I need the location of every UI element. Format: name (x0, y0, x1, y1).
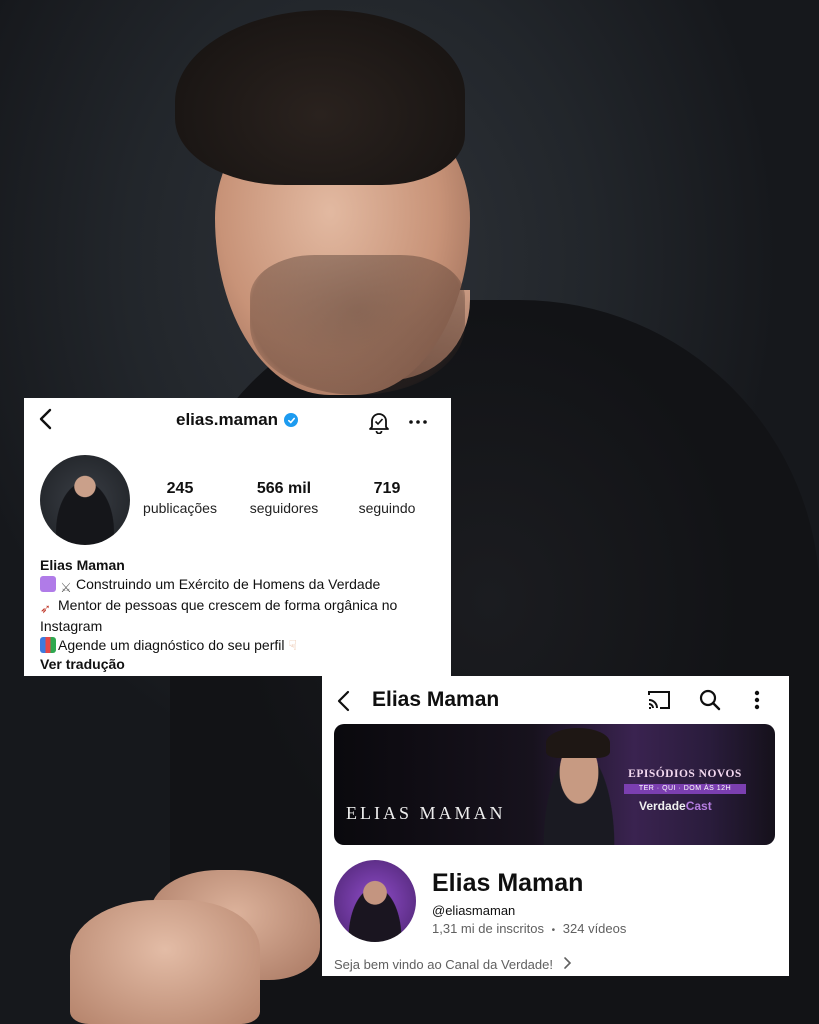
show-name-b: Cast (685, 799, 712, 813)
channel-meta: 1,31 mi de inscritos • 324 vídeos (432, 921, 626, 936)
channel-description[interactable]: Seja bem vindo ao Canal da Verdade! (334, 956, 572, 973)
back-arrow-icon[interactable] (336, 690, 350, 717)
search-icon[interactable] (698, 688, 722, 717)
portrait-hand (70, 900, 260, 1024)
channel-name: Elias Maman (432, 869, 584, 897)
stat-value: 719 (373, 480, 401, 497)
stat-value: 245 (166, 480, 194, 497)
banner-name: ELIAS MAMAN (346, 803, 506, 823)
bio-line: ➶ Mentor de pessoas que crescem de forma … (40, 596, 440, 617)
username-text: elias.maman (176, 410, 279, 429)
bio-text: Agende um diagnóstico do seu perfil (58, 637, 285, 653)
stat-following[interactable]: 719 seguindo (344, 480, 430, 516)
show-name-a: Verdade (639, 799, 686, 813)
bio-line: Instagram (40, 618, 103, 634)
instagram-profile-card: elias.maman 245 publicações 566 mil segu… (24, 398, 451, 676)
pointing-hand-emoji-icon: ☟ (288, 637, 298, 653)
banner-portrait-hair (546, 728, 610, 758)
subscriber-count: 1,31 mi de inscritos (432, 921, 544, 936)
banner-show-logo: VerdadeCast (639, 799, 712, 813)
cross-emoji-icon (40, 576, 56, 592)
avatar[interactable] (40, 455, 130, 545)
back-arrow-icon[interactable] (38, 408, 62, 434)
video-count: 324 vídeos (562, 921, 627, 936)
channel-banner: ELIAS MAMAN EPISÓDIOS NOVOS TER · QUI · … (334, 724, 775, 845)
portrait-hair (175, 10, 465, 185)
meta-separator: • (551, 925, 556, 936)
bio-line: Agende um diagnóstico do seu perfil ☟ (40, 636, 440, 655)
see-translation-link[interactable]: Ver tradução (40, 655, 440, 674)
banner-episodes-text: EPISÓDIOS NOVOS (628, 768, 742, 780)
more-vertical-icon[interactable] (752, 688, 762, 717)
channel-handle: @eliasmaman (432, 903, 516, 918)
header-title: Elias Maman (372, 688, 500, 711)
description-text: Seja bem vindo ao Canal da Verdade! (334, 957, 553, 972)
chart-emoji-icon (40, 637, 56, 653)
profile-name: Elias Maman (40, 557, 125, 573)
portrait-beard (250, 255, 465, 395)
bio-text: Construindo um Exército de Homens da Ver… (76, 576, 381, 592)
swords-emoji-icon: ⚔ (60, 580, 72, 595)
stat-posts[interactable]: 245 publicações (134, 480, 226, 516)
youtube-channel-card: Elias Maman ELIAS MAMAN EPISÓDIOS NOVOS … (322, 676, 789, 976)
stat-label: seguindo (358, 500, 416, 516)
stat-label: publicações (143, 500, 217, 516)
stat-value: 566 mil (256, 480, 312, 497)
verified-badge-icon (284, 413, 299, 427)
bio-text: Mentor de pessoas que crescem de forma o… (58, 597, 398, 613)
stat-followers[interactable]: 566 mil seguidores (236, 480, 332, 516)
avatar[interactable] (334, 860, 416, 942)
rocket-emoji-icon: ➶ (40, 601, 51, 616)
stat-label: seguidores (249, 500, 319, 516)
bio-line: ⚔ Construindo um Exército de Homens da Ve… (40, 575, 440, 596)
profile-bio: Elias Maman ⚔ Construindo um Exército de … (40, 556, 440, 674)
banner-schedule: TER · QUI · DOM ÀS 12H (624, 784, 746, 794)
more-icon[interactable] (407, 410, 429, 439)
cast-icon[interactable] (646, 688, 672, 717)
chevron-right-icon (563, 956, 572, 973)
bell-icon[interactable] (368, 410, 390, 439)
profile-username: elias.maman (176, 410, 299, 430)
